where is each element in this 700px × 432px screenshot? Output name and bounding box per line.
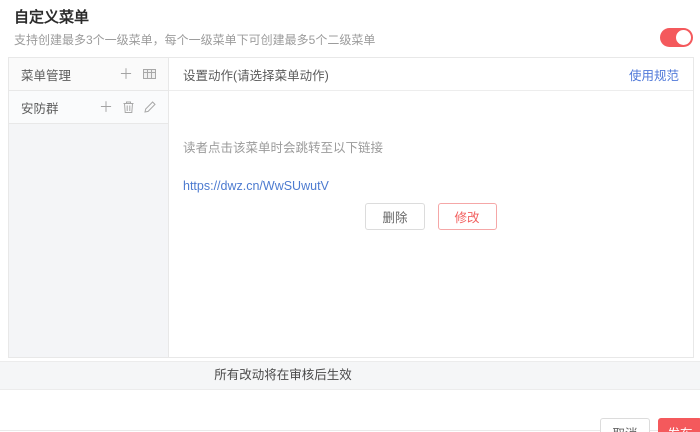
action-panel-title: 设置动作(请选择菜单动作) (183, 65, 329, 84)
review-notice-text: 所有改动将在审核后生效 (0, 362, 566, 389)
action-panel: 设置动作(请选择菜单动作) 使用规范 读者点击该菜单时会跳转至以下链接 http… (169, 58, 693, 357)
delete-menu-icon[interactable] (123, 101, 134, 113)
edit-menu-icon[interactable] (144, 101, 156, 113)
page-title: 自定义菜单 (14, 6, 89, 27)
bottom-divider (0, 430, 700, 431)
menu-item-row[interactable]: 安防群 ＋ (9, 91, 168, 124)
menu-item-label: 安防群 (21, 98, 89, 117)
menu-list-header: 菜单管理 ＋ (9, 58, 168, 91)
usage-guide-link[interactable]: 使用规范 (629, 65, 679, 84)
menu-link-url[interactable]: https://dwz.cn/WwSUwutV (183, 179, 329, 193)
publish-button[interactable]: 发布 (658, 418, 700, 432)
action-panel-header: 设置动作(请选择菜单动作) 使用规范 (169, 58, 693, 91)
toggle-knob (676, 30, 691, 45)
action-panel-body: 读者点击该菜单时会跳转至以下链接 https://dwz.cn/WwSUwutV… (169, 91, 693, 357)
menu-list-header-label: 菜单管理 (21, 65, 109, 84)
page-subtitle: 支持创建最多3个一级菜单，每个一级菜单下可创建最多5个二级菜单 (14, 31, 375, 48)
modify-button[interactable]: 修改 (438, 203, 497, 230)
menu-list-sidebar: 菜单管理 ＋ 安防群 ＋ (9, 58, 169, 357)
action-description: 读者点击该菜单时会跳转至以下链接 (183, 137, 383, 156)
action-buttons: 删除 修改 (169, 203, 693, 230)
add-menu-button[interactable]: ＋ (119, 67, 133, 81)
sort-menu-icon[interactable] (143, 69, 156, 79)
cancel-button[interactable]: 取消 (600, 418, 650, 432)
add-submenu-button[interactable]: ＋ (99, 100, 113, 114)
menu-enabled-toggle[interactable] (660, 28, 693, 47)
review-notice-bar: 所有改动将在审核后生效 (0, 361, 700, 390)
delete-button[interactable]: 删除 (365, 203, 424, 230)
menu-editor-panel: 菜单管理 ＋ 安防群 ＋ (8, 57, 694, 358)
